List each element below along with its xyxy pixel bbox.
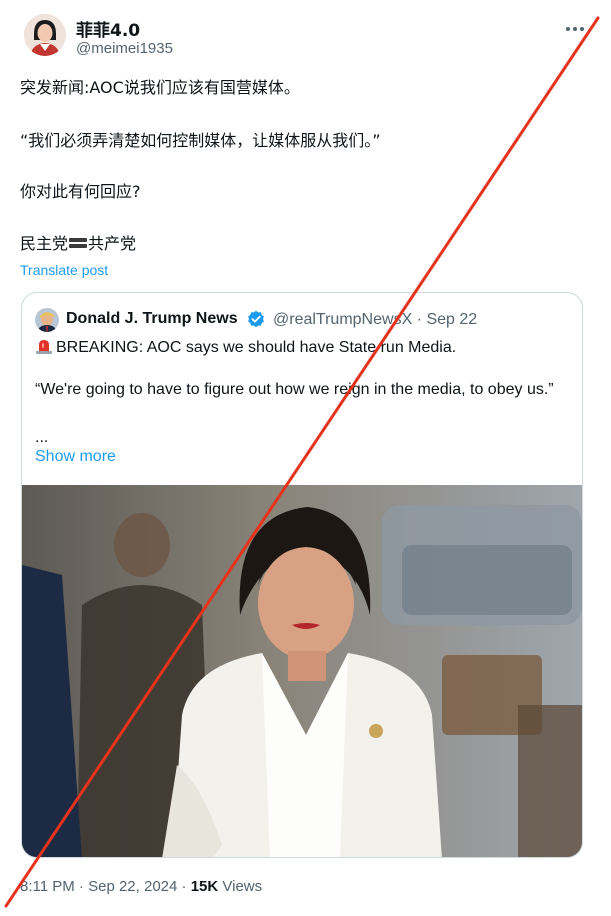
author-avatar[interactable] (24, 14, 66, 56)
quoted-text-segment: BREAKING: AOC says we should have State … (56, 339, 457, 356)
post-date[interactable]: Sep 22, 2024 (88, 878, 177, 895)
tweet: 菲菲4.0 @meimei1935 突发新闻:AOC说我们应该有国营媒体。 “我… (0, 0, 611, 916)
separator: · (74, 878, 89, 895)
post-text-line: 民主党 共产党 (20, 234, 136, 254)
quoted-author-avatar[interactable] (35, 308, 59, 332)
post-text-segment: 民主党 (20, 234, 69, 253)
more-icon[interactable] (564, 18, 586, 40)
post-text-line: “我们必须弄清楚如何控制媒体，让媒体服从我们。” (20, 131, 381, 150)
heavy-equals-icon (69, 235, 88, 249)
author-handle[interactable]: @meimei1935 (76, 40, 173, 57)
quoted-author-display-name[interactable]: Donald J. Trump News (66, 310, 238, 328)
post-text-segment: 共产党 (88, 234, 137, 253)
author-display-name[interactable]: 菲菲4.0 (76, 16, 140, 41)
quoted-tweet[interactable]: Donald J. Trump News @realTrumpNewsX · S… (21, 292, 583, 858)
show-more-link[interactable]: Show more (35, 448, 116, 466)
quoted-photo[interactable] (22, 485, 582, 857)
views-count: 15K (190, 878, 219, 895)
post-footer-metadata: 8:11 PM · Sep 22, 2024 · 15K Views (20, 878, 262, 895)
siren-icon (35, 337, 53, 355)
post-text-line: 你对此有何回应? (20, 182, 141, 201)
quoted-text-line: ... (35, 429, 49, 446)
translate-post-link[interactable]: Translate post (20, 262, 108, 278)
post-time[interactable]: 8:11 PM (20, 878, 75, 895)
tweet-header: 菲菲4.0 @meimei1935 (20, 12, 590, 64)
quoted-handle-and-date[interactable]: @realTrumpNewsX · Sep 22 (273, 311, 477, 329)
views-label: Views (218, 878, 263, 895)
verified-badge-icon (247, 310, 265, 328)
separator: · (177, 878, 191, 895)
quoted-text-line: “We're going to have to figure out how w… (35, 381, 554, 398)
quoted-text-line: BREAKING: AOC says we should have State … (35, 337, 575, 359)
post-text-line: 突发新闻:AOC说我们应该有国营媒体。 (20, 78, 300, 97)
